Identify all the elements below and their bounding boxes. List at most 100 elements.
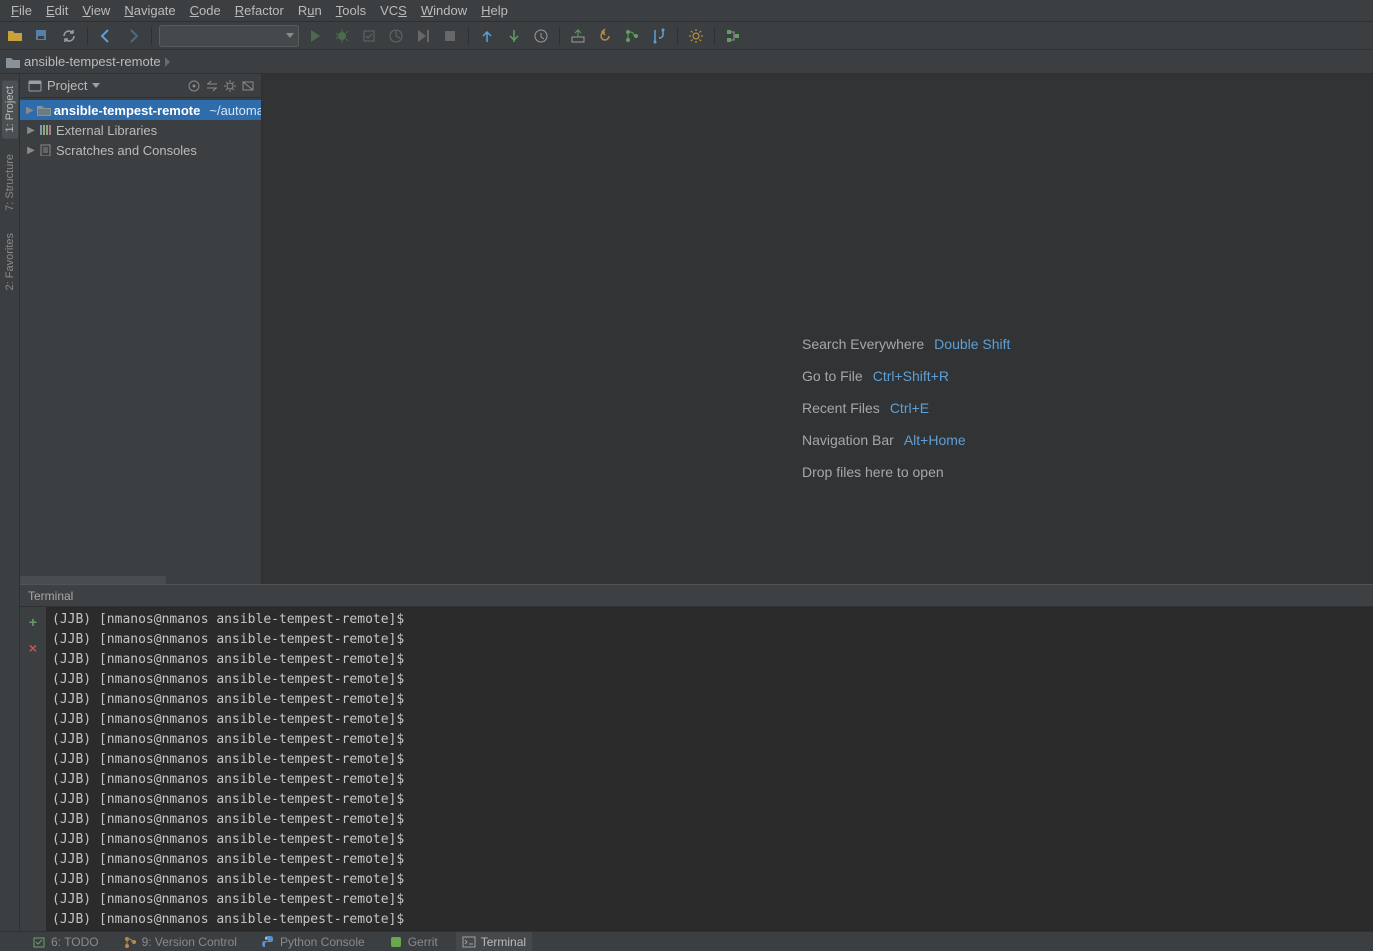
folder-open-icon[interactable] (4, 25, 26, 47)
tree-label: Scratches and Consoles (56, 143, 197, 158)
menu-run[interactable]: Run (291, 2, 329, 20)
menu-vcs[interactable]: VCS (373, 2, 414, 20)
expand-arrow-icon[interactable]: ▶ (26, 145, 36, 155)
editor-tip: Navigation BarAlt+Home (802, 432, 1010, 448)
save-all-icon[interactable] (31, 25, 53, 47)
hide-tool-icon[interactable] (239, 77, 257, 95)
editor-tip: Recent Files Ctrl+E (802, 400, 1010, 416)
stop-icon[interactable] (439, 25, 461, 47)
chevron-down-icon (92, 83, 100, 89)
back-icon[interactable] (95, 25, 117, 47)
expand-arrow-icon[interactable]: ▶ (26, 105, 34, 115)
left-tab-favorites[interactable]: 2: Favorites (2, 227, 18, 296)
run-configuration-dropdown[interactable] (159, 25, 299, 47)
project-tool-header: Project (20, 74, 261, 98)
vc-icon (123, 935, 137, 949)
menu-tools[interactable]: Tools (329, 2, 373, 20)
bottom-tab-label: Python Console (280, 935, 365, 949)
settings-icon[interactable] (685, 25, 707, 47)
menu-code[interactable]: Code (183, 2, 228, 20)
toolbar-separator (677, 27, 678, 45)
bottom-tab-terminal[interactable]: Terminal (456, 932, 532, 951)
horizontal-scrollbar[interactable] (20, 576, 166, 584)
menu-refactor[interactable]: Refactor (228, 2, 291, 20)
run-icon[interactable] (304, 25, 326, 47)
expand-arrow-icon[interactable]: ▶ (26, 125, 36, 135)
project-folder-icon (37, 104, 51, 116)
bottom-tab-label: 9: Version Control (142, 935, 237, 949)
tree-row[interactable]: ▶ ansible-tempest-remote ~/automation (20, 100, 261, 120)
toolbar-separator (468, 27, 469, 45)
tip-shortcut: Ctrl+Shift+R (873, 368, 949, 384)
terminal-header[interactable]: Terminal (20, 585, 1373, 607)
tree-label: External Libraries (56, 123, 157, 138)
bottom-tab-gerrit[interactable]: Gerrit (383, 932, 444, 951)
bottom-tab-versioncontrol[interactable]: 9: Version Control (117, 932, 243, 951)
editor-tip: Drop files here to open (802, 464, 1010, 480)
vcs-commit-icon[interactable] (503, 25, 525, 47)
navigation-bar: ansible-tempest-remote (0, 50, 1373, 74)
profile-icon[interactable] (385, 25, 407, 47)
vcs-update-icon[interactable] (476, 25, 498, 47)
menu-navigate[interactable]: Navigate (117, 2, 182, 20)
gerrit-icon (389, 935, 403, 949)
sync-icon[interactable] (58, 25, 80, 47)
tree-label: ansible-tempest-remote (54, 103, 201, 118)
toolbar-separator (559, 27, 560, 45)
editor-area-empty[interactable]: Search Everywhere Double Shift Go to File C… (262, 74, 1373, 584)
tip-shortcut: Ctrl+E (890, 400, 929, 416)
tree-hint: ~/automation (209, 103, 261, 118)
menu-file[interactable]: File (4, 2, 39, 20)
project-tree[interactable]: ▶ ansible-tempest-remote ~/automation ▶ Exte… (20, 98, 261, 584)
merge-icon[interactable] (648, 25, 670, 47)
close-session-icon[interactable]: × (24, 639, 42, 657)
project-tool-title[interactable]: Project (24, 78, 104, 93)
run-current-icon[interactable] (412, 25, 434, 47)
tip-text: Search Everywhere (802, 336, 924, 352)
vcs-history-icon[interactable] (530, 25, 552, 47)
bottom-tab-todo[interactable]: 6: TODO (26, 932, 105, 951)
editor-tip: Search Everywhere Double Shift (802, 336, 1010, 352)
tip-text: Recent Files (802, 400, 880, 416)
debug-icon[interactable] (331, 25, 353, 47)
menu-bar: FileEditViewNavigateCodeRefactorRunTools… (0, 0, 1373, 22)
tip-text: Navigation Bar (802, 432, 894, 448)
editor-tips: Search Everywhere Double Shift Go to File C… (802, 336, 1010, 480)
branch-icon[interactable] (621, 25, 643, 47)
tree-row[interactable]: ▶ External Libraries (20, 120, 261, 140)
new-session-icon[interactable]: + (24, 613, 42, 631)
breadcrumb-item[interactable]: ansible-tempest-remote (6, 54, 163, 69)
breadcrumb-label: ansible-tempest-remote (24, 54, 161, 69)
terminal-tool-window: Terminal + × (JJB) [nmanos@nmanos ansibl… (20, 584, 1373, 931)
left-tab-project[interactable]: 1: Project (2, 80, 18, 138)
collapse-all-icon[interactable] (203, 77, 221, 95)
bottom-tool-tabs: 6: TODO 9: Version Control Python Console G… (0, 931, 1373, 951)
menu-view[interactable]: View (75, 2, 117, 20)
tree-row[interactable]: ▶ Scratches and Consoles (20, 140, 261, 160)
menu-help[interactable]: Help (474, 2, 515, 20)
toolbar-separator (151, 27, 152, 45)
forward-icon[interactable] (122, 25, 144, 47)
chevron-down-icon (286, 33, 294, 39)
breadcrumb-chevron-icon (163, 51, 173, 73)
tip-text: Go to File (802, 368, 863, 384)
python-icon (261, 935, 275, 949)
locate-file-icon[interactable] (185, 77, 203, 95)
menu-window[interactable]: Window (414, 2, 474, 20)
tip-shortcut: Double Shift (934, 336, 1010, 352)
coverage-icon[interactable] (358, 25, 380, 47)
menu-edit[interactable]: Edit (39, 2, 75, 20)
tip-text: Drop files here to open (802, 464, 944, 480)
left-tab-structure[interactable]: 7: Structure (2, 148, 18, 217)
push-icon[interactable] (567, 25, 589, 47)
terminal-icon (462, 935, 476, 949)
libraries-icon (39, 124, 53, 136)
scratches-icon (39, 144, 53, 156)
structure-icon[interactable] (722, 25, 744, 47)
rollback-icon[interactable] (594, 25, 616, 47)
terminal-content[interactable]: (JJB) [nmanos@nmanos ansible-tempest-rem… (46, 607, 1373, 931)
settings-icon[interactable] (221, 77, 239, 95)
terminal-gutter: + × (20, 607, 46, 931)
todo-icon (32, 935, 46, 949)
bottom-tab-pythonconsole[interactable]: Python Console (255, 932, 371, 951)
